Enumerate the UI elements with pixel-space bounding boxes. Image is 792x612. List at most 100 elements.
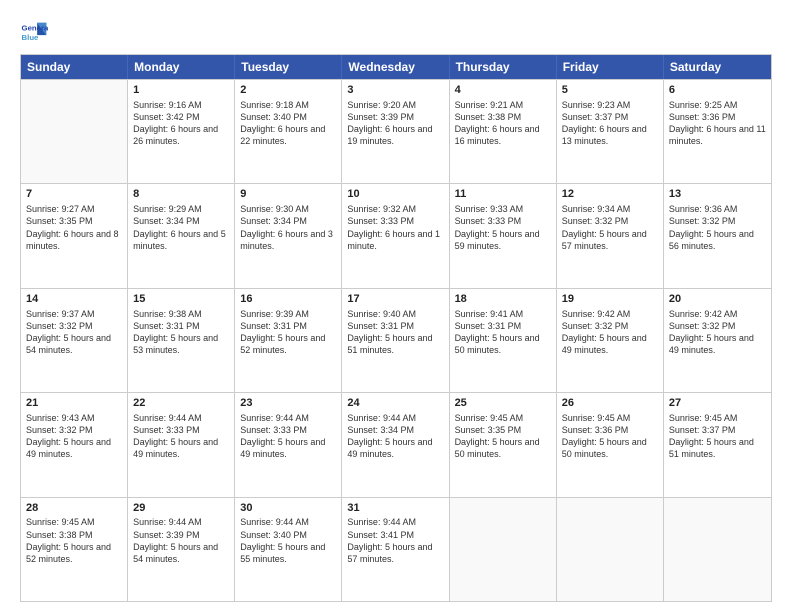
- calendar-row-1: 1Sunrise: 9:16 AM Sunset: 3:42 PM Daylig…: [21, 79, 771, 183]
- day-info: Sunrise: 9:20 AM Sunset: 3:39 PM Dayligh…: [347, 99, 443, 148]
- day-info: Sunrise: 9:23 AM Sunset: 3:37 PM Dayligh…: [562, 99, 658, 148]
- day-cell-15: 15Sunrise: 9:38 AM Sunset: 3:31 PM Dayli…: [128, 289, 235, 392]
- day-cell-30: 30Sunrise: 9:44 AM Sunset: 3:40 PM Dayli…: [235, 498, 342, 601]
- day-number: 14: [26, 292, 122, 307]
- day-number: 12: [562, 187, 658, 202]
- day-cell-7: 7Sunrise: 9:27 AM Sunset: 3:35 PM Daylig…: [21, 184, 128, 287]
- calendar-row-4: 21Sunrise: 9:43 AM Sunset: 3:32 PM Dayli…: [21, 392, 771, 496]
- day-cell-19: 19Sunrise: 9:42 AM Sunset: 3:32 PM Dayli…: [557, 289, 664, 392]
- calendar-row-2: 7Sunrise: 9:27 AM Sunset: 3:35 PM Daylig…: [21, 183, 771, 287]
- day-info: Sunrise: 9:44 AM Sunset: 3:33 PM Dayligh…: [240, 412, 336, 461]
- day-info: Sunrise: 9:45 AM Sunset: 3:35 PM Dayligh…: [455, 412, 551, 461]
- logo-icon: General Blue: [20, 18, 48, 46]
- day-info: Sunrise: 9:44 AM Sunset: 3:34 PM Dayligh…: [347, 412, 443, 461]
- day-info: Sunrise: 9:39 AM Sunset: 3:31 PM Dayligh…: [240, 308, 336, 357]
- day-cell-25: 25Sunrise: 9:45 AM Sunset: 3:35 PM Dayli…: [450, 393, 557, 496]
- day-number: 24: [347, 396, 443, 411]
- day-cell-12: 12Sunrise: 9:34 AM Sunset: 3:32 PM Dayli…: [557, 184, 664, 287]
- day-info: Sunrise: 9:33 AM Sunset: 3:33 PM Dayligh…: [455, 203, 551, 252]
- day-number: 16: [240, 292, 336, 307]
- day-info: Sunrise: 9:36 AM Sunset: 3:32 PM Dayligh…: [669, 203, 766, 252]
- day-cell-23: 23Sunrise: 9:44 AM Sunset: 3:33 PM Dayli…: [235, 393, 342, 496]
- day-info: Sunrise: 9:18 AM Sunset: 3:40 PM Dayligh…: [240, 99, 336, 148]
- day-info: Sunrise: 9:25 AM Sunset: 3:36 PM Dayligh…: [669, 99, 766, 148]
- day-info: Sunrise: 9:45 AM Sunset: 3:36 PM Dayligh…: [562, 412, 658, 461]
- day-number: 27: [669, 396, 766, 411]
- day-info: Sunrise: 9:27 AM Sunset: 3:35 PM Dayligh…: [26, 203, 122, 252]
- day-cell-4: 4Sunrise: 9:21 AM Sunset: 3:38 PM Daylig…: [450, 80, 557, 183]
- day-info: Sunrise: 9:44 AM Sunset: 3:33 PM Dayligh…: [133, 412, 229, 461]
- header-day-tuesday: Tuesday: [235, 55, 342, 79]
- day-cell-2: 2Sunrise: 9:18 AM Sunset: 3:40 PM Daylig…: [235, 80, 342, 183]
- day-number: 3: [347, 83, 443, 98]
- day-info: Sunrise: 9:43 AM Sunset: 3:32 PM Dayligh…: [26, 412, 122, 461]
- day-number: 1: [133, 83, 229, 98]
- header-day-saturday: Saturday: [664, 55, 771, 79]
- day-cell-1: 1Sunrise: 9:16 AM Sunset: 3:42 PM Daylig…: [128, 80, 235, 183]
- empty-cell: [664, 498, 771, 601]
- day-cell-9: 9Sunrise: 9:30 AM Sunset: 3:34 PM Daylig…: [235, 184, 342, 287]
- day-number: 19: [562, 292, 658, 307]
- day-number: 20: [669, 292, 766, 307]
- day-cell-22: 22Sunrise: 9:44 AM Sunset: 3:33 PM Dayli…: [128, 393, 235, 496]
- day-cell-24: 24Sunrise: 9:44 AM Sunset: 3:34 PM Dayli…: [342, 393, 449, 496]
- day-number: 8: [133, 187, 229, 202]
- day-cell-31: 31Sunrise: 9:44 AM Sunset: 3:41 PM Dayli…: [342, 498, 449, 601]
- day-cell-3: 3Sunrise: 9:20 AM Sunset: 3:39 PM Daylig…: [342, 80, 449, 183]
- day-info: Sunrise: 9:44 AM Sunset: 3:39 PM Dayligh…: [133, 516, 229, 565]
- page: General Blue SundayMondayTuesdayWednesda…: [0, 0, 792, 612]
- day-number: 7: [26, 187, 122, 202]
- calendar: SundayMondayTuesdayWednesdayThursdayFrid…: [20, 54, 772, 602]
- logo: General Blue: [20, 18, 48, 46]
- day-info: Sunrise: 9:30 AM Sunset: 3:34 PM Dayligh…: [240, 203, 336, 252]
- day-info: Sunrise: 9:34 AM Sunset: 3:32 PM Dayligh…: [562, 203, 658, 252]
- calendar-header-row: SundayMondayTuesdayWednesdayThursdayFrid…: [21, 55, 771, 79]
- svg-text:Blue: Blue: [22, 33, 40, 42]
- day-cell-5: 5Sunrise: 9:23 AM Sunset: 3:37 PM Daylig…: [557, 80, 664, 183]
- day-number: 23: [240, 396, 336, 411]
- day-info: Sunrise: 9:44 AM Sunset: 3:41 PM Dayligh…: [347, 516, 443, 565]
- day-number: 28: [26, 501, 122, 516]
- day-info: Sunrise: 9:16 AM Sunset: 3:42 PM Dayligh…: [133, 99, 229, 148]
- day-number: 6: [669, 83, 766, 98]
- calendar-row-3: 14Sunrise: 9:37 AM Sunset: 3:32 PM Dayli…: [21, 288, 771, 392]
- day-cell-6: 6Sunrise: 9:25 AM Sunset: 3:36 PM Daylig…: [664, 80, 771, 183]
- day-cell-27: 27Sunrise: 9:45 AM Sunset: 3:37 PM Dayli…: [664, 393, 771, 496]
- day-number: 21: [26, 396, 122, 411]
- day-number: 17: [347, 292, 443, 307]
- header-day-monday: Monday: [128, 55, 235, 79]
- day-info: Sunrise: 9:38 AM Sunset: 3:31 PM Dayligh…: [133, 308, 229, 357]
- header-day-wednesday: Wednesday: [342, 55, 449, 79]
- empty-cell: [21, 80, 128, 183]
- day-cell-26: 26Sunrise: 9:45 AM Sunset: 3:36 PM Dayli…: [557, 393, 664, 496]
- day-cell-13: 13Sunrise: 9:36 AM Sunset: 3:32 PM Dayli…: [664, 184, 771, 287]
- calendar-body: 1Sunrise: 9:16 AM Sunset: 3:42 PM Daylig…: [21, 79, 771, 601]
- day-number: 9: [240, 187, 336, 202]
- day-cell-11: 11Sunrise: 9:33 AM Sunset: 3:33 PM Dayli…: [450, 184, 557, 287]
- header-day-thursday: Thursday: [450, 55, 557, 79]
- day-cell-21: 21Sunrise: 9:43 AM Sunset: 3:32 PM Dayli…: [21, 393, 128, 496]
- day-number: 15: [133, 292, 229, 307]
- day-number: 11: [455, 187, 551, 202]
- svg-text:General: General: [22, 23, 48, 32]
- day-number: 2: [240, 83, 336, 98]
- day-number: 5: [562, 83, 658, 98]
- empty-cell: [450, 498, 557, 601]
- header-day-sunday: Sunday: [21, 55, 128, 79]
- day-number: 13: [669, 187, 766, 202]
- day-info: Sunrise: 9:21 AM Sunset: 3:38 PM Dayligh…: [455, 99, 551, 148]
- header-day-friday: Friday: [557, 55, 664, 79]
- day-number: 25: [455, 396, 551, 411]
- day-number: 26: [562, 396, 658, 411]
- day-info: Sunrise: 9:45 AM Sunset: 3:37 PM Dayligh…: [669, 412, 766, 461]
- day-info: Sunrise: 9:29 AM Sunset: 3:34 PM Dayligh…: [133, 203, 229, 252]
- day-number: 4: [455, 83, 551, 98]
- day-number: 22: [133, 396, 229, 411]
- day-info: Sunrise: 9:42 AM Sunset: 3:32 PM Dayligh…: [669, 308, 766, 357]
- header: General Blue: [20, 18, 772, 46]
- day-cell-8: 8Sunrise: 9:29 AM Sunset: 3:34 PM Daylig…: [128, 184, 235, 287]
- day-cell-29: 29Sunrise: 9:44 AM Sunset: 3:39 PM Dayli…: [128, 498, 235, 601]
- day-cell-18: 18Sunrise: 9:41 AM Sunset: 3:31 PM Dayli…: [450, 289, 557, 392]
- day-number: 30: [240, 501, 336, 516]
- day-number: 18: [455, 292, 551, 307]
